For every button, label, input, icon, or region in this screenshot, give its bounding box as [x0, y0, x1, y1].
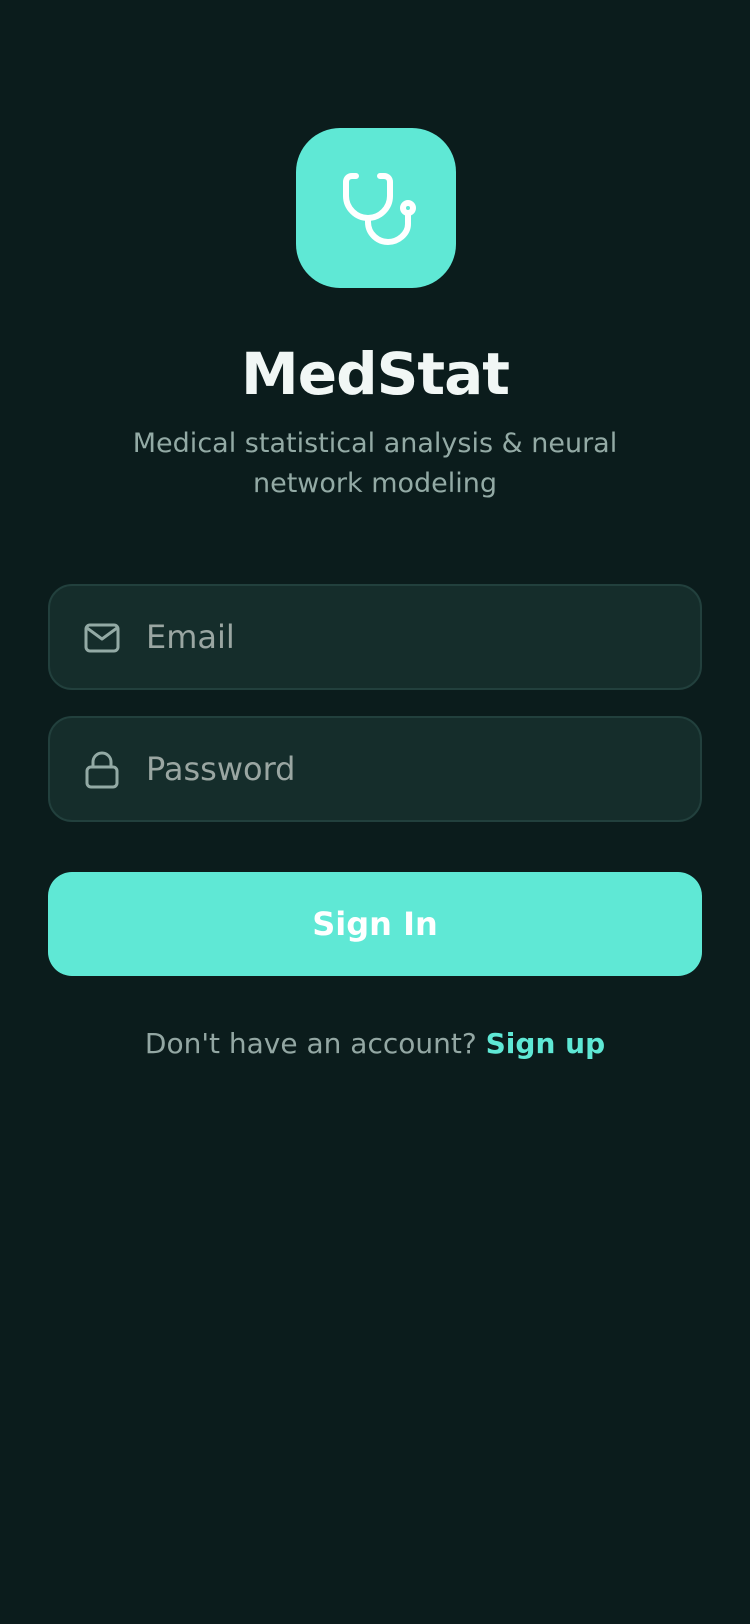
- email-field-container[interactable]: [48, 584, 702, 690]
- signup-prompt-row: Don't have an account? Sign up: [0, 1020, 750, 1068]
- lock-icon: [85, 751, 119, 789]
- mail-icon: [84, 623, 120, 653]
- login-screen: MedStat Medical statistical analysis & n…: [0, 0, 750, 1624]
- email-input[interactable]: [146, 586, 676, 688]
- stethoscope-icon: [343, 173, 416, 245]
- password-input[interactable]: [146, 718, 676, 820]
- signup-prompt-text: Don't have an account?: [144, 1027, 477, 1060]
- sign-up-link[interactable]: Sign up: [486, 1027, 605, 1060]
- app-logo: [296, 128, 456, 288]
- app-title: MedStat: [241, 340, 510, 408]
- app-subtitle: Medical statistical analysis & neural ne…: [132, 428, 618, 499]
- sign-in-button[interactable]: Sign In: [48, 872, 702, 976]
- password-field-container[interactable]: [48, 716, 702, 822]
